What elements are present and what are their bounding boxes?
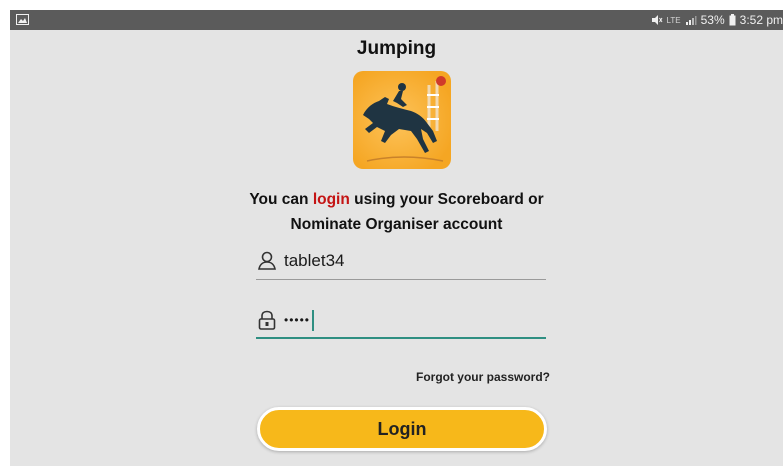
status-indicators: LTE 53% 3:52 pm (651, 13, 783, 27)
login-message-line2: Nominate Organiser account (290, 216, 503, 233)
login-highlight: login (312, 191, 350, 208)
username-field[interactable]: tablet34 (256, 246, 546, 280)
username-underline (256, 279, 546, 280)
clock: 3:52 pm (739, 13, 783, 27)
user-icon (258, 251, 276, 270)
network-type: LTE (666, 15, 681, 25)
username-value: tablet34 (284, 251, 345, 270)
battery-percent: 53% (700, 13, 725, 27)
status-bar: LTE 53% 3:52 pm (10, 10, 783, 30)
app-screen: LTE 53% 3:52 pm Jumping You can login us… (10, 10, 783, 466)
login-message: You can login using your Scoreboard or N… (10, 187, 783, 237)
horse-jumping-icon (353, 71, 451, 169)
app-logo (353, 71, 451, 169)
login-message-line1: You can login using your Scoreboard or (249, 191, 544, 208)
battery-icon (729, 14, 736, 26)
lock-icon (258, 310, 276, 330)
gallery-notification-icon (16, 14, 29, 25)
forgot-password-link[interactable]: Forgot your password? (416, 370, 550, 384)
login-button[interactable]: Login (257, 407, 547, 451)
mute-icon (651, 15, 662, 25)
password-value: ••••• (284, 310, 315, 332)
password-field[interactable]: ••••• (256, 305, 546, 339)
text-cursor (312, 310, 315, 331)
password-underline (256, 337, 546, 339)
signal-icon (685, 16, 697, 25)
app-title: Jumping (356, 38, 437, 59)
